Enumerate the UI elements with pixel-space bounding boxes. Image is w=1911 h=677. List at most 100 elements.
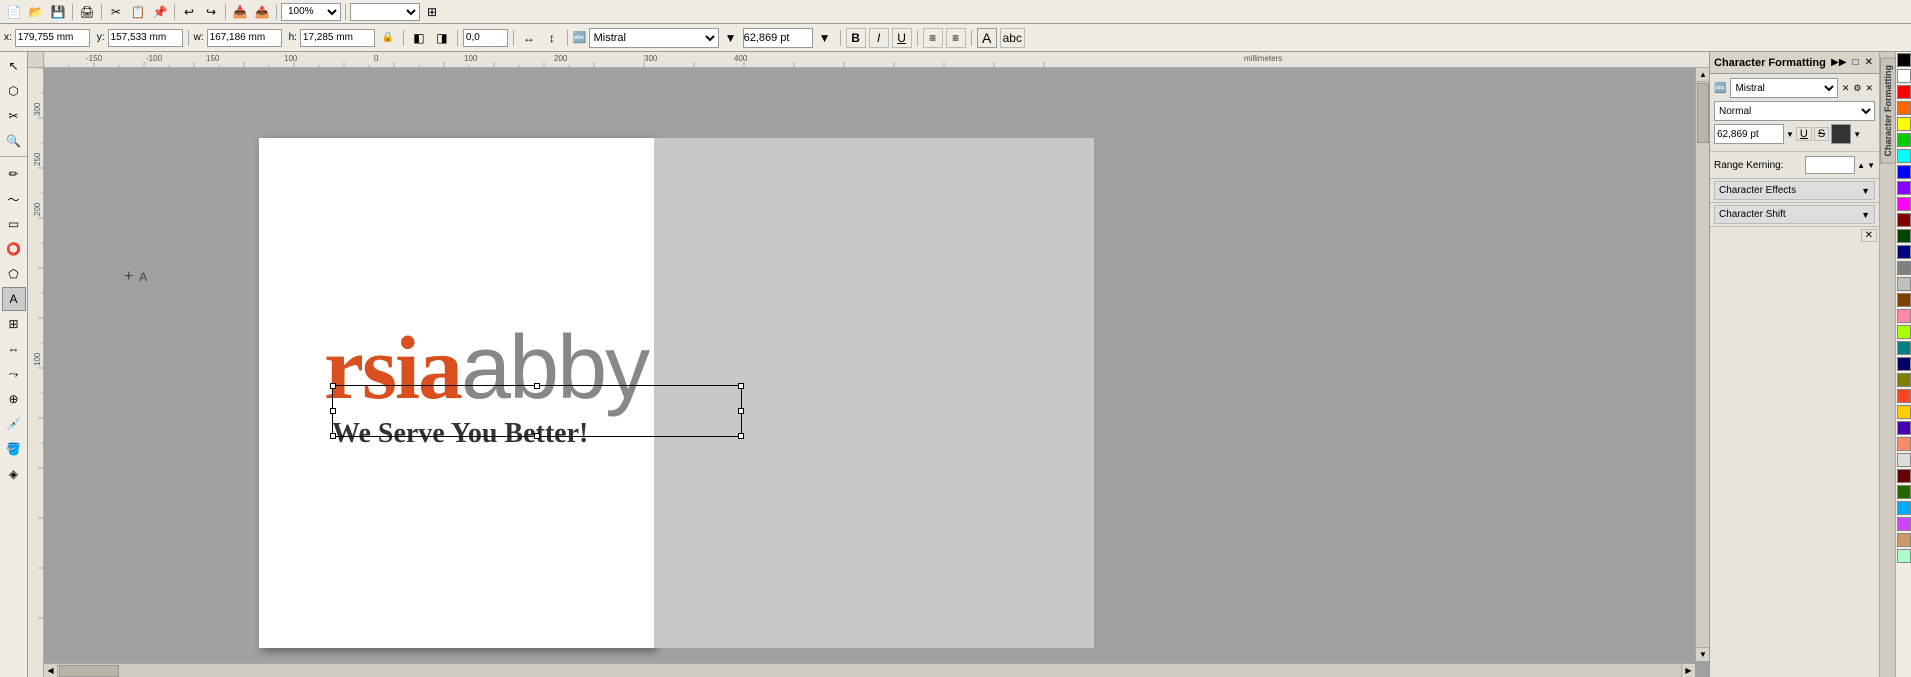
scroll-up-btn[interactable]: ▲	[1696, 68, 1709, 82]
color-swatch-orange[interactable]	[1897, 101, 1911, 115]
x-input[interactable]	[15, 29, 90, 47]
panel-font-settings-btn[interactable]: ⚙	[1851, 83, 1863, 94]
color-swatch-green[interactable]	[1897, 133, 1911, 147]
color-swatch-brown[interactable]	[1897, 293, 1911, 307]
color-swatch-darkred[interactable]	[1897, 213, 1911, 227]
interactive-fill-btn[interactable]: ◈	[2, 462, 26, 486]
drawing-canvas[interactable]: rsiaabby We Serve You Better! + A ▲	[44, 68, 1709, 677]
color-swatch-indigo[interactable]	[1897, 421, 1911, 435]
w-input[interactable]	[207, 29, 282, 47]
scroll-thumb[interactable]	[1697, 83, 1709, 143]
font-dropdown-btn[interactable]: ▼	[721, 28, 741, 48]
save-btn[interactable]: 💾	[48, 2, 68, 22]
crop-tool-btn[interactable]: ✂	[2, 104, 26, 128]
color-swatch-mint[interactable]	[1897, 549, 1911, 563]
export-btn[interactable]: 📤	[252, 2, 272, 22]
rectangle-tool-btn[interactable]: ▭	[2, 212, 26, 236]
eyedropper-btn[interactable]: 💉	[2, 412, 26, 436]
italic-btn[interactable]: I	[869, 28, 889, 48]
import-btn[interactable]: 📥	[230, 2, 250, 22]
color-swatch-lime[interactable]	[1897, 325, 1911, 339]
color-swatch-violet[interactable]	[1897, 517, 1911, 531]
color-swatch-maroon[interactable]	[1897, 469, 1911, 483]
color-swatch-red[interactable]	[1897, 85, 1911, 99]
panel-style-select[interactable]: Normal	[1714, 101, 1875, 121]
color-swatch-pink[interactable]	[1897, 309, 1911, 323]
snap-select[interactable]	[350, 3, 420, 21]
panel-font-close2-btn[interactable]: ✕	[1863, 83, 1875, 94]
align-left-btn[interactable]: ◧	[409, 28, 429, 48]
color-swatch-black[interactable]	[1897, 53, 1911, 67]
panel-size-dropdown-btn[interactable]: ▼	[1786, 130, 1794, 139]
mirror-h-btn[interactable]: ↔	[519, 28, 539, 48]
scroll-down-btn[interactable]: ▼	[1696, 647, 1709, 661]
freehand-tool-btn[interactable]: ✏	[2, 162, 26, 186]
zoom-select[interactable]: 100%	[281, 3, 341, 21]
char-effects-header[interactable]: Character Effects ▼	[1714, 181, 1875, 200]
align-right-btn[interactable]: ◨	[432, 28, 452, 48]
char-format-tab[interactable]: Character Formatting	[1880, 58, 1896, 164]
color-swatch-tan[interactable]	[1897, 533, 1911, 547]
kerning-spin-up[interactable]: ▲	[1857, 161, 1865, 170]
copy-btn[interactable]: 📋	[128, 2, 148, 22]
color-swatch-coral[interactable]	[1897, 389, 1911, 403]
lock-ratio-btn[interactable]: 🔒	[378, 28, 398, 48]
text-type-btn[interactable]: A	[977, 28, 997, 48]
align-text-btn[interactable]: ≡	[923, 28, 943, 48]
paste-btn[interactable]: 📌	[150, 2, 170, 22]
scroll-hthumb[interactable]	[59, 665, 119, 677]
color-swatch-forest[interactable]	[1897, 485, 1911, 499]
panel-bottom-close-btn[interactable]: ✕	[1861, 229, 1877, 242]
color-swatch-lightgray[interactable]	[1897, 277, 1911, 291]
color-swatch-olive[interactable]	[1897, 373, 1911, 387]
color-swatch-darkgreen[interactable]	[1897, 229, 1911, 243]
color-swatch-gold[interactable]	[1897, 405, 1911, 419]
color-swatch-blue[interactable]	[1897, 165, 1911, 179]
bold-btn[interactable]: B	[846, 28, 866, 48]
scrollbar-vertical[interactable]: ▲ ▼	[1695, 68, 1709, 661]
panel-strikethrough-btn[interactable]: S	[1814, 127, 1829, 141]
smart-draw-btn[interactable]: 〜	[2, 187, 26, 211]
connector-tool-btn[interactable]: ⤳	[2, 362, 26, 386]
panel-font-close-btn[interactable]: ✕	[1840, 83, 1852, 94]
color-swatch-darkblue[interactable]	[1897, 245, 1911, 259]
parallel-dim-btn[interactable]: ⇔	[2, 337, 26, 361]
cut-btn[interactable]: ✂	[106, 2, 126, 22]
color-swatch-teal[interactable]	[1897, 341, 1911, 355]
text-tool-btn active[interactable]: A	[2, 287, 26, 311]
kerning-spin-down[interactable]: ▼	[1867, 161, 1875, 170]
mirror-v-btn[interactable]: ↕	[542, 28, 562, 48]
panel-close-btn[interactable]: ✕	[1863, 57, 1875, 68]
undo-btn[interactable]: ↩	[179, 2, 199, 22]
font-size-dropdown-btn[interactable]: ▼	[815, 28, 835, 48]
open-btn[interactable]: 📂	[26, 2, 46, 22]
kerning-input[interactable]	[1805, 156, 1855, 174]
color-swatch-navy[interactable]	[1897, 357, 1911, 371]
color-swatch-magenta[interactable]	[1897, 197, 1911, 211]
char-shift-header[interactable]: Character Shift ▼	[1714, 205, 1875, 224]
color-swatch-gray[interactable]	[1897, 261, 1911, 275]
polygon-tool-btn[interactable]: ⬠	[2, 262, 26, 286]
redo-btn[interactable]: ↪	[201, 2, 221, 22]
guides-btn[interactable]: ⊞	[422, 2, 442, 22]
abc-btn[interactable]: abc	[1000, 28, 1025, 48]
zoom-tool-btn[interactable]: 🔍	[2, 129, 26, 153]
color-swatch-cyan[interactable]	[1897, 149, 1911, 163]
color-swatch-salmon[interactable]	[1897, 437, 1911, 451]
panel-color-dropdown-btn[interactable]: ▼	[1853, 130, 1861, 139]
rotation-input[interactable]	[463, 29, 508, 47]
blend-tool-btn[interactable]: ⊕	[2, 387, 26, 411]
scroll-left-btn[interactable]: ◀	[44, 664, 58, 677]
h-input[interactable]	[300, 29, 375, 47]
text-format-btn[interactable]: ≡	[946, 28, 966, 48]
panel-color-btn[interactable]	[1831, 124, 1851, 144]
color-swatch-white[interactable]	[1897, 69, 1911, 83]
print-btn[interactable]: 🖨	[77, 2, 97, 22]
color-swatch-yellow[interactable]	[1897, 117, 1911, 131]
panel-size-input[interactable]	[1714, 124, 1784, 144]
ellipse-tool-btn[interactable]: ⭕	[2, 237, 26, 261]
panel-underline-btn[interactable]: U	[1796, 127, 1812, 141]
new-btn[interactable]: 📄	[4, 2, 24, 22]
color-swatch-purple[interactable]	[1897, 181, 1911, 195]
color-swatch-silver[interactable]	[1897, 453, 1911, 467]
